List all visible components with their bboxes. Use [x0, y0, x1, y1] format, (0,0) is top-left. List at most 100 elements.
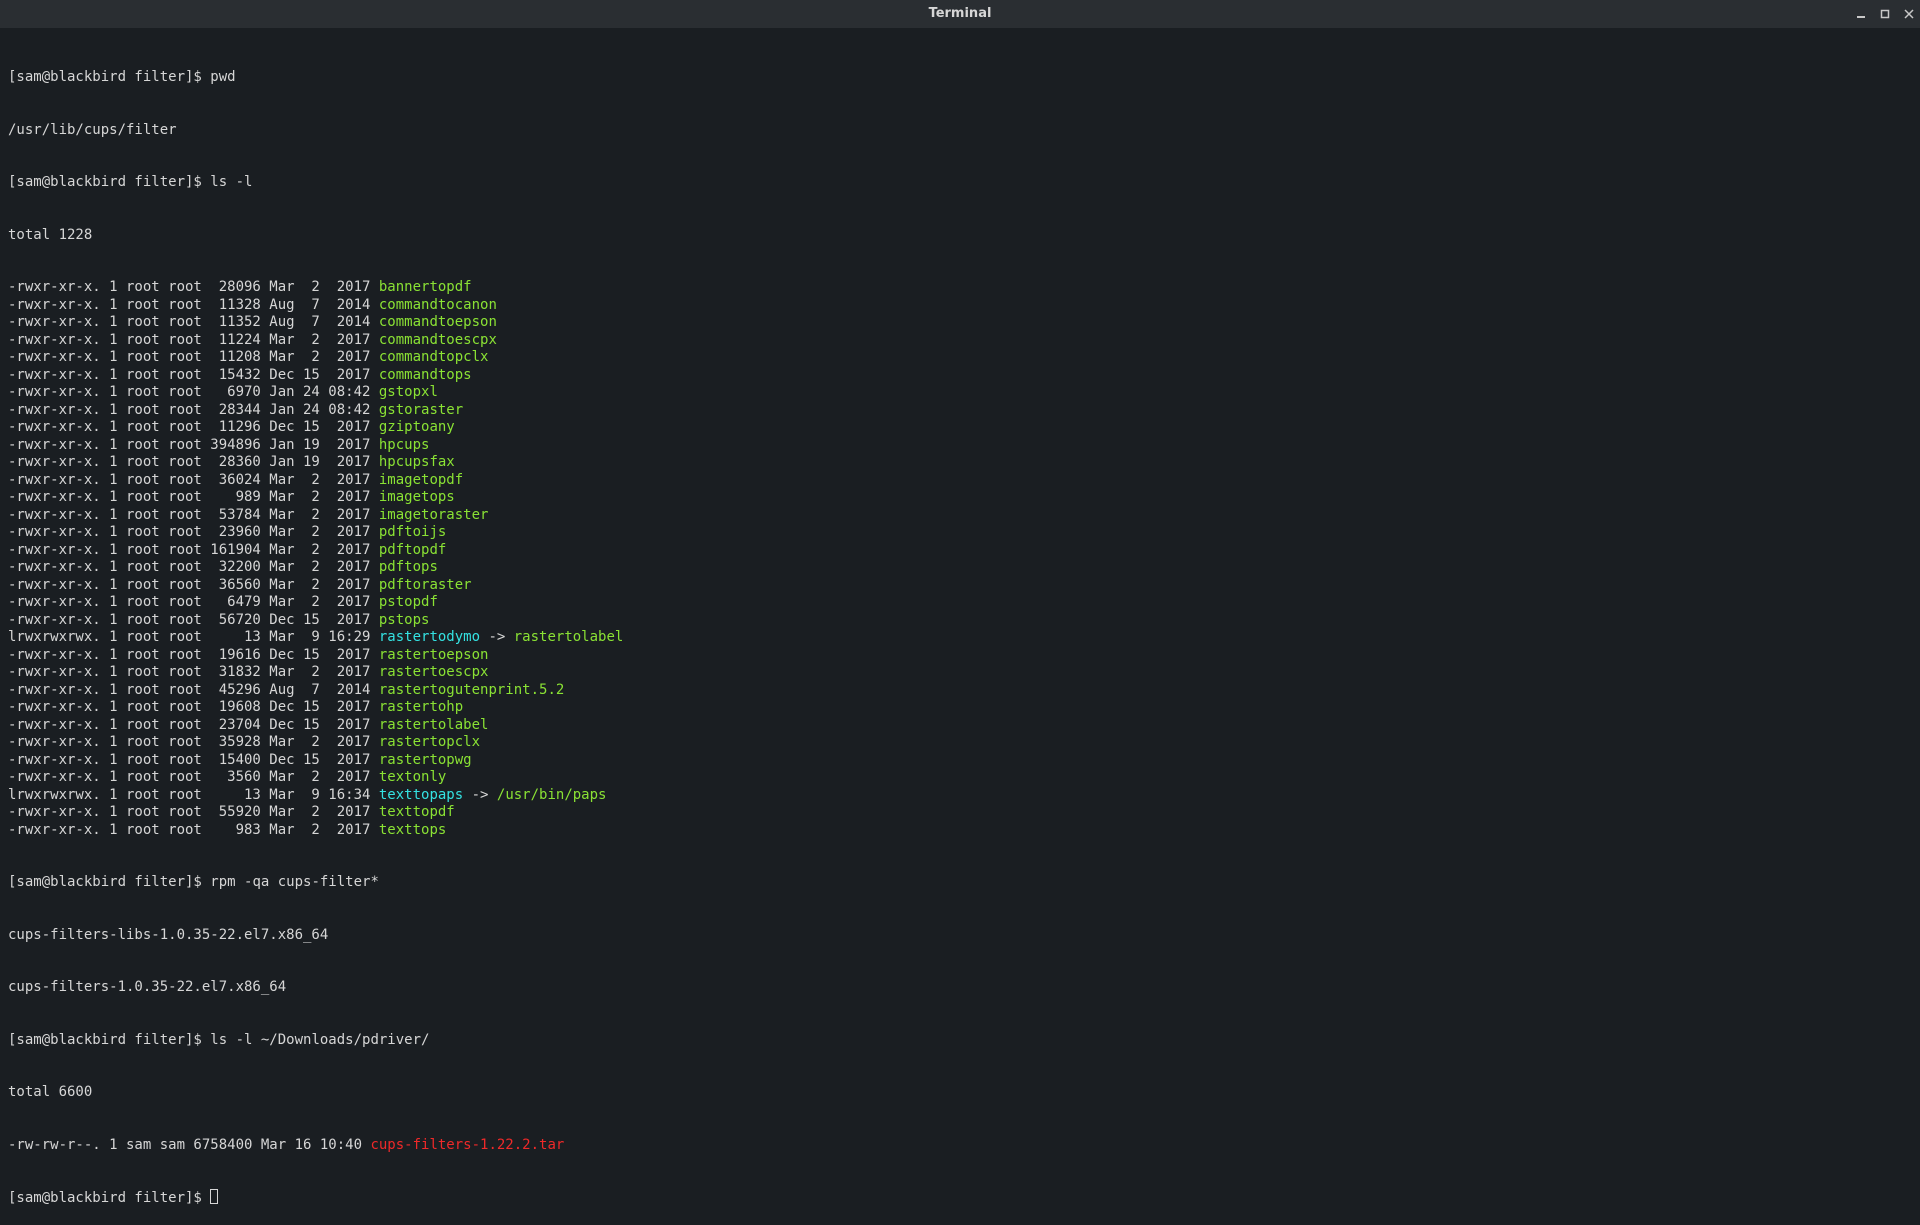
file-name: rastertodymo — [379, 629, 480, 645]
file-meta: -rwxr-xr-x. 1 root root 55920 Mar 2 2017 — [8, 804, 379, 820]
file-meta: lrwxrwxrwx. 1 root root 13 Mar 9 16:34 — [8, 787, 379, 803]
window-controls — [1856, 0, 1914, 28]
symlink-arrow: -> — [480, 629, 514, 645]
ls-row: lrwxrwxrwx. 1 root root 13 Mar 9 16:29 r… — [8, 629, 1912, 647]
ls-row: -rwxr-xr-x. 1 root root 23704 Dec 15 201… — [8, 717, 1912, 735]
file-name: textonly — [379, 769, 446, 785]
file-name: commandtoepson — [379, 314, 497, 330]
prompt-line: [sam@blackbird filter]$ — [8, 1189, 1912, 1208]
symlink-target: /usr/bin/paps — [497, 787, 607, 803]
file-name: imagetoraster — [379, 507, 489, 523]
file-name: commandtoescpx — [379, 332, 497, 348]
file-meta: -rwxr-xr-x. 1 root root 28360 Jan 19 201… — [8, 454, 379, 470]
ls-row: -rwxr-xr-x. 1 root root 55920 Mar 2 2017… — [8, 804, 1912, 822]
output-line: /usr/lib/cups/filter — [8, 122, 1912, 140]
ls-row: -rwxr-xr-x. 1 root root 19608 Dec 15 201… — [8, 699, 1912, 717]
file-meta: -rwxr-xr-x. 1 root root 989 Mar 2 2017 — [8, 489, 379, 505]
ls-row: -rwxr-xr-x. 1 root root 161904 Mar 2 201… — [8, 542, 1912, 560]
ls-row: -rwxr-xr-x. 1 root root 28360 Jan 19 201… — [8, 454, 1912, 472]
ls-row: -rwxr-xr-x. 1 root root 56720 Dec 15 201… — [8, 612, 1912, 630]
file-name: commandtopclx — [379, 349, 489, 365]
command: rpm -qa cups-filter* — [210, 874, 379, 890]
file-name: texttops — [379, 822, 446, 838]
file-meta: -rwxr-xr-x. 1 root root 11208 Mar 2 2017 — [8, 349, 379, 365]
file-name: rastertoescpx — [379, 664, 489, 680]
ls-row: -rwxr-xr-x. 1 root root 28344 Jan 24 08:… — [8, 402, 1912, 420]
ls-row: -rwxr-xr-x. 1 root root 45296 Aug 7 2014… — [8, 682, 1912, 700]
file-meta: -rwxr-xr-x. 1 root root 161904 Mar 2 201… — [8, 542, 379, 558]
file-name: texttopdf — [379, 804, 455, 820]
output-line: cups-filters-1.0.35-22.el7.x86_64 — [8, 979, 1912, 997]
file-name: texttopaps — [379, 787, 463, 803]
file-meta: -rwxr-xr-x. 1 root root 11224 Mar 2 2017 — [8, 332, 379, 348]
file-meta: -rwxr-xr-x. 1 root root 36024 Mar 2 2017 — [8, 472, 379, 488]
file-meta: -rwxr-xr-x. 1 root root 45296 Aug 7 2014 — [8, 682, 379, 698]
file-meta: -rwxr-xr-x. 1 root root 19616 Dec 15 201… — [8, 647, 379, 663]
file-name: gziptoany — [379, 419, 455, 435]
file-name: pdftopdf — [379, 542, 446, 558]
prompt: [sam@blackbird filter]$ — [8, 174, 210, 190]
file-name: gstoraster — [379, 402, 463, 418]
file-name: rastertogutenprint.5.2 — [379, 682, 564, 698]
file-meta: -rwxr-xr-x. 1 root root 19608 Dec 15 201… — [8, 699, 379, 715]
minimize-icon[interactable] — [1856, 9, 1866, 19]
command: ls -l ~/Downloads/pdriver/ — [210, 1032, 429, 1048]
file-meta: -rwxr-xr-x. 1 root root 36560 Mar 2 2017 — [8, 577, 379, 593]
maximize-icon[interactable] — [1880, 9, 1890, 19]
file-name: rastertolabel — [379, 717, 489, 733]
ls-row: -rwxr-xr-x. 1 root root 15432 Dec 15 201… — [8, 367, 1912, 385]
ls-row: -rwxr-xr-x. 1 root root 6970 Jan 24 08:4… — [8, 384, 1912, 402]
file-name: gstopxl — [379, 384, 438, 400]
ls-listing: -rwxr-xr-x. 1 root root 28096 Mar 2 2017… — [8, 279, 1912, 839]
ls-row: -rwxr-xr-x. 1 root root 11296 Dec 15 201… — [8, 419, 1912, 437]
prompt-line: [sam@blackbird filter]$ pwd — [8, 69, 1912, 87]
ls-row: -rwxr-xr-x. 1 root root 15400 Dec 15 201… — [8, 752, 1912, 770]
file-name: commandtops — [379, 367, 472, 383]
file-meta: lrwxrwxrwx. 1 root root 13 Mar 9 16:29 — [8, 629, 379, 645]
file-meta: -rwxr-xr-x. 1 root root 53784 Mar 2 2017 — [8, 507, 379, 523]
ls-row: -rwxr-xr-x. 1 root root 23960 Mar 2 2017… — [8, 524, 1912, 542]
ls-row: -rwxr-xr-x. 1 root root 983 Mar 2 2017 t… — [8, 822, 1912, 840]
file-meta: -rwxr-xr-x. 1 root root 28344 Jan 24 08:… — [8, 402, 379, 418]
file-meta: -rwxr-xr-x. 1 root root 23960 Mar 2 2017 — [8, 524, 379, 540]
file-meta: -rwxr-xr-x. 1 root root 6479 Mar 2 2017 — [8, 594, 379, 610]
file-name: imagetopdf — [379, 472, 463, 488]
file-name: cups-filters-1.22.2.tar — [370, 1137, 564, 1153]
ls-row: -rwxr-xr-x. 1 root root 35928 Mar 2 2017… — [8, 734, 1912, 752]
command: pwd — [210, 69, 235, 85]
ls-row: -rwxr-xr-x. 1 root root 53784 Mar 2 2017… — [8, 507, 1912, 525]
file-name: pstops — [379, 612, 430, 628]
ls-row: -rwxr-xr-x. 1 root root 3560 Mar 2 2017 … — [8, 769, 1912, 787]
file-name: commandtocanon — [379, 297, 497, 313]
ls-row: -rwxr-xr-x. 1 root root 31832 Mar 2 2017… — [8, 664, 1912, 682]
file-name: rastertohp — [379, 699, 463, 715]
ls-row: -rwxr-xr-x. 1 root root 6479 Mar 2 2017 … — [8, 594, 1912, 612]
file-meta: -rwxr-xr-x. 1 root root 11328 Aug 7 2014 — [8, 297, 379, 313]
prompt: [sam@blackbird filter]$ — [8, 1032, 210, 1048]
prompt-line: [sam@blackbird filter]$ ls -l ~/Download… — [8, 1032, 1912, 1050]
close-icon[interactable] — [1904, 9, 1914, 19]
ls-row: -rwxr-xr-x. 1 root root 32200 Mar 2 2017… — [8, 559, 1912, 577]
ls-row: -rwxr-xr-x. 1 root root 36560 Mar 2 2017… — [8, 577, 1912, 595]
file-name: rastertopwg — [379, 752, 472, 768]
output-line: cups-filters-libs-1.0.35-22.el7.x86_64 — [8, 927, 1912, 945]
file-name: pdftops — [379, 559, 438, 575]
file-meta: -rwxr-xr-x. 1 root root 6970 Jan 24 08:4… — [8, 384, 379, 400]
file-meta: -rwxr-xr-x. 1 root root 56720 Dec 15 201… — [8, 612, 379, 628]
terminal-area[interactable]: [sam@blackbird filter]$ pwd /usr/lib/cup… — [0, 28, 1920, 1225]
file-meta: -rw-rw-r--. 1 sam sam 6758400 Mar 16 10:… — [8, 1137, 370, 1153]
file-meta: -rwxr-xr-x. 1 root root 35928 Mar 2 2017 — [8, 734, 379, 750]
ls-row: -rwxr-xr-x. 1 root root 394896 Jan 19 20… — [8, 437, 1912, 455]
prompt-line: [sam@blackbird filter]$ rpm -qa cups-fil… — [8, 874, 1912, 892]
prompt: [sam@blackbird filter]$ — [8, 1190, 210, 1206]
file-meta: -rwxr-xr-x. 1 root root 11352 Aug 7 2014 — [8, 314, 379, 330]
file-name: hpcups — [379, 437, 430, 453]
ls-row: -rwxr-xr-x. 1 root root 28096 Mar 2 2017… — [8, 279, 1912, 297]
ls-row: -rwxr-xr-x. 1 root root 11208 Mar 2 2017… — [8, 349, 1912, 367]
file-meta: -rwxr-xr-x. 1 root root 11296 Dec 15 201… — [8, 419, 379, 435]
file-name: pdftoijs — [379, 524, 446, 540]
file-meta: -rwxr-xr-x. 1 root root 394896 Jan 19 20… — [8, 437, 379, 453]
file-name: pstopdf — [379, 594, 438, 610]
file-meta: -rwxr-xr-x. 1 root root 983 Mar 2 2017 — [8, 822, 379, 838]
window-title: Terminal — [929, 5, 992, 23]
